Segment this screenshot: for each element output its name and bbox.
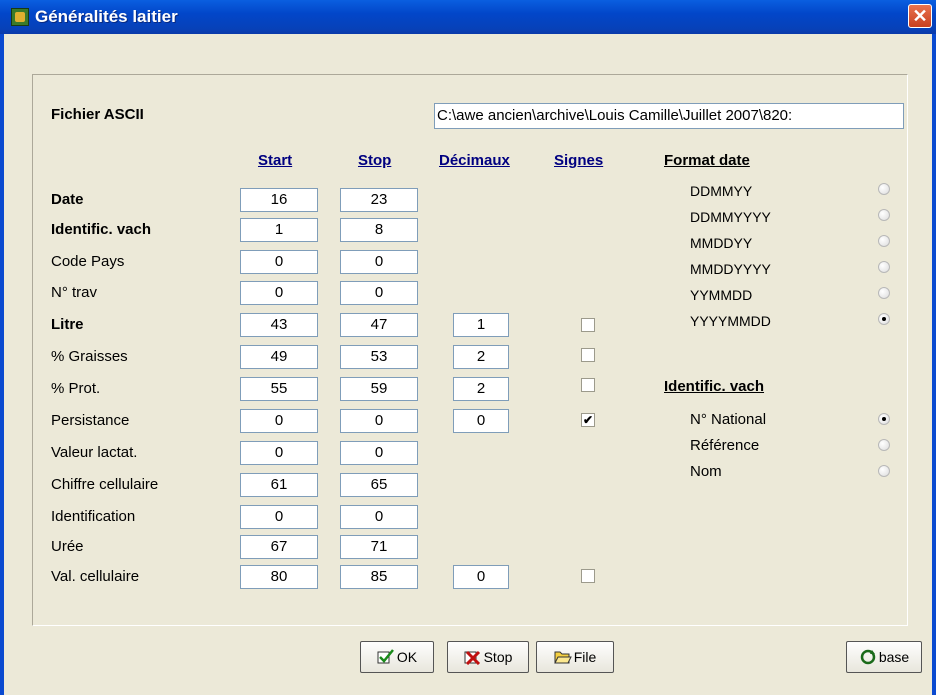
close-button[interactable]: ✕	[908, 4, 932, 28]
column-header-start: Start	[258, 152, 293, 169]
window-frame-left	[0, 34, 4, 695]
field-label-cell-value: Val. cellulaire	[51, 568, 140, 585]
litre-decimals-input[interactable]: 1	[453, 313, 509, 337]
lactation-value-stop-input[interactable]: 0	[340, 441, 418, 465]
field-label-protein: % Prot.	[51, 380, 101, 397]
lactation-value-start-input[interactable]: 0	[240, 441, 318, 465]
protein-signed-checkbox[interactable]	[581, 378, 595, 392]
date-format-radio-yyyymmdd[interactable]	[878, 313, 890, 325]
title-bar: Généralités laitier ✕	[0, 0, 936, 34]
date-format-radio-yymmdd[interactable]	[878, 287, 890, 299]
work-number-stop-input[interactable]: 0	[340, 281, 418, 305]
country-code-stop-input[interactable]: 0	[340, 250, 418, 274]
ok-button[interactable]: OK	[360, 641, 434, 673]
date-format-option-label: MMDDYY	[690, 235, 753, 251]
cell-value-stop-input[interactable]: 85	[340, 565, 418, 589]
fat-start-input[interactable]: 49	[240, 345, 318, 369]
stop-button[interactable]: Stop	[447, 641, 529, 673]
cross-icon	[464, 650, 480, 665]
date-start-input[interactable]: 16	[240, 188, 318, 212]
cow-id-radio-reference[interactable]	[878, 439, 890, 451]
field-label-cow-id: Identific. vach	[51, 221, 152, 238]
column-header-decimals: Décimaux	[439, 152, 510, 169]
litre-signed-checkbox[interactable]	[581, 318, 595, 332]
cow-id-option-label: Référence	[690, 437, 760, 454]
date-stop-input[interactable]: 23	[340, 188, 418, 212]
litre-stop-input[interactable]: 47	[340, 313, 418, 337]
field-label-persistence: Persistance	[51, 412, 130, 429]
close-icon: ✕	[912, 6, 928, 26]
base-button[interactable]: base	[846, 641, 922, 673]
persistence-start-input[interactable]: 0	[240, 409, 318, 433]
field-label-cell-count: Chiffre cellulaire	[51, 476, 159, 493]
ascii-file-path-input[interactable]: C:\awe ancien\archive\Louis Camille\Juil…	[434, 103, 904, 129]
date-format-title: Format date	[664, 152, 750, 169]
field-label-identification: Identification	[51, 508, 136, 525]
field-label-urea: Urée	[51, 538, 84, 555]
date-format-radio-ddmmyyyy[interactable]	[878, 209, 890, 221]
cell-value-decimals-input[interactable]: 0	[453, 565, 509, 589]
field-label-work-number: N° trav	[51, 284, 98, 301]
checkmark-icon: ✔	[582, 413, 594, 427]
cow-id-stop-input[interactable]: 8	[340, 218, 418, 242]
cow-id-start-input[interactable]: 1	[240, 218, 318, 242]
identification-stop-input[interactable]: 0	[340, 505, 418, 529]
fat-decimals-input[interactable]: 2	[453, 345, 509, 369]
work-number-start-input[interactable]: 0	[240, 281, 318, 305]
cow-id-radio-national[interactable]	[878, 413, 890, 425]
column-header-stop: Stop	[358, 152, 392, 169]
stop-button-label: Stop	[483, 649, 513, 665]
date-format-radio-ddmmyy[interactable]	[878, 183, 890, 195]
persistence-decimals-input[interactable]: 0	[453, 409, 509, 433]
field-label-lactation-value: Valeur lactat.	[51, 444, 138, 461]
protein-start-input[interactable]: 55	[240, 377, 318, 401]
date-format-radio-mmddyyyy[interactable]	[878, 261, 890, 273]
folder-open-icon	[553, 651, 572, 664]
date-format-option-label: MMDDYYYY	[690, 261, 771, 277]
cell-count-start-input[interactable]: 61	[240, 473, 318, 497]
urea-start-input[interactable]: 67	[240, 535, 318, 559]
date-format-option-label: DDMMYY	[690, 183, 753, 199]
date-format-option-label: DDMMYYYY	[690, 209, 771, 225]
date-format-option-label: YYMMDD	[690, 287, 753, 303]
window-frame-right	[932, 34, 936, 695]
file-button[interactable]: File	[536, 641, 614, 673]
check-icon	[377, 649, 394, 664]
country-code-start-input[interactable]: 0	[240, 250, 318, 274]
ok-button-label: OK	[396, 649, 418, 665]
field-label-litre: Litre	[51, 316, 84, 333]
base-button-label: base	[878, 649, 910, 665]
protein-stop-input[interactable]: 59	[340, 377, 418, 401]
cell-value-start-input[interactable]: 80	[240, 565, 318, 589]
fat-signed-checkbox[interactable]	[581, 348, 595, 362]
urea-stop-input[interactable]: 71	[340, 535, 418, 559]
ascii-file-label: Fichier ASCII	[51, 106, 144, 123]
field-label-fat: % Graisses	[51, 348, 128, 365]
fat-stop-input[interactable]: 53	[340, 345, 418, 369]
litre-start-input[interactable]: 43	[240, 313, 318, 337]
column-header-signs: Signes	[554, 152, 604, 169]
refresh-icon	[860, 649, 876, 665]
cell-count-stop-input[interactable]: 65	[340, 473, 418, 497]
window-title: Généralités laitier	[35, 7, 178, 26]
date-format-radio-mmddyy[interactable]	[878, 235, 890, 247]
date-format-option-label: YYYYMMDD	[690, 313, 771, 329]
cow-app-icon	[11, 8, 29, 26]
protein-decimals-input[interactable]: 2	[453, 377, 509, 401]
cow-id-format-title: Identific. vach	[664, 378, 765, 395]
identification-start-input[interactable]: 0	[240, 505, 318, 529]
cow-id-option-label: N° National	[690, 411, 767, 428]
cow-id-option-label: Nom	[690, 463, 722, 480]
file-button-label: File	[573, 649, 597, 665]
field-label-country-code: Code Pays	[51, 253, 125, 270]
cow-id-radio-name[interactable]	[878, 465, 890, 477]
persistence-stop-input[interactable]: 0	[340, 409, 418, 433]
cell-value-signed-checkbox[interactable]	[581, 569, 595, 583]
persistence-signed-checkbox[interactable]: ✔	[581, 413, 595, 427]
field-label-date: Date	[51, 191, 84, 208]
